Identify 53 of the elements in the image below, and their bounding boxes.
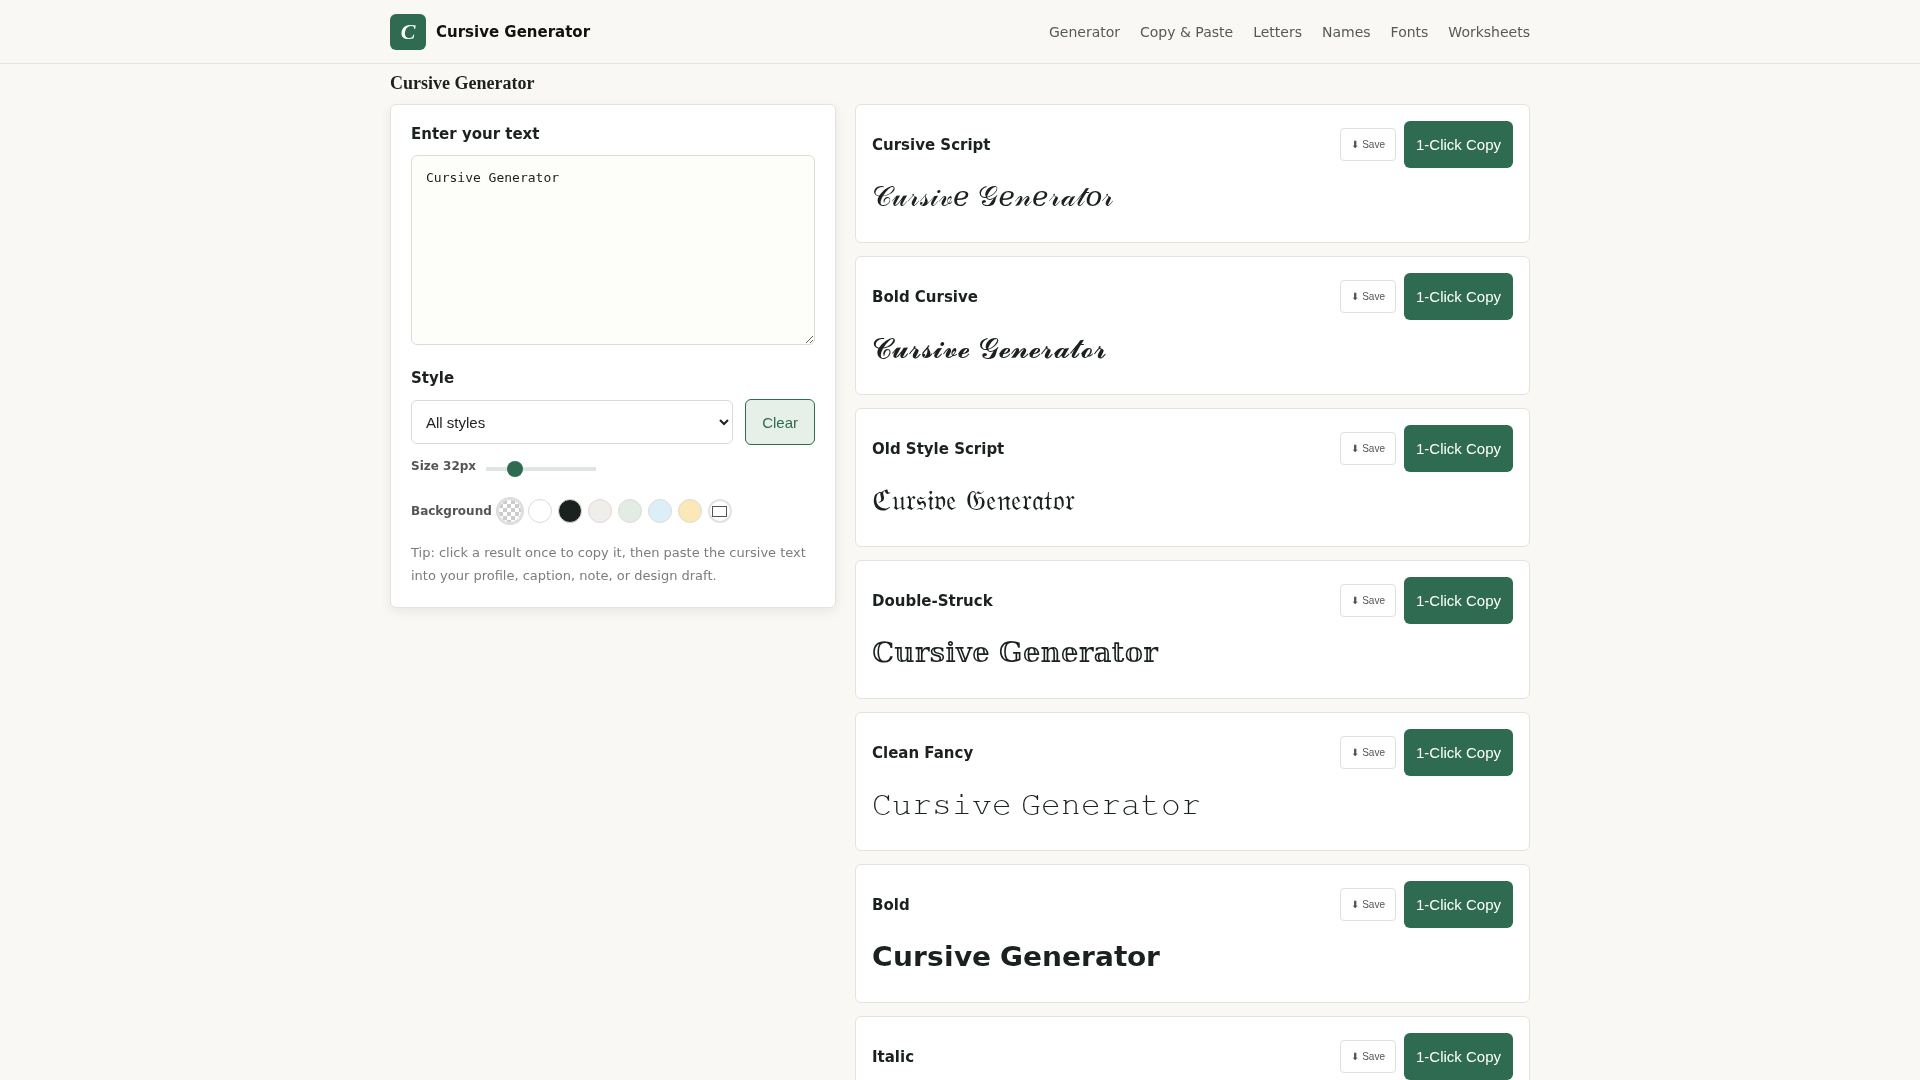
color-swatch[interactable] (617, 499, 642, 523)
save-button[interactable]: ⬇ Save (1340, 128, 1396, 161)
field-label: Enter your text (411, 125, 541, 143)
copy-button[interactable]: 1-Click Copy (1403, 121, 1513, 168)
clear-button[interactable]: Clear (745, 399, 815, 445)
nav-link[interactable]: Fonts (1390, 23, 1429, 40)
styled-text-output[interactable]: 𝗖𝘂𝗿𝘀𝗶𝘃𝗲 𝗚𝗲𝗻𝗲𝗿𝗮𝘁𝗼𝗿 (872, 940, 1513, 973)
style-name: Bold (872, 895, 910, 914)
nav-link[interactable]: Generator (1048, 23, 1121, 40)
page-title: Cursive Generator (390, 73, 536, 94)
copy-button[interactable]: 1-Click Copy (1403, 273, 1513, 320)
size-label: Size 32px (411, 459, 477, 473)
save-button[interactable]: ⬇ Save (1340, 280, 1396, 313)
style-name: Double-Struck (872, 591, 993, 610)
color-swatch[interactable] (647, 499, 672, 523)
field-label: Style (411, 369, 456, 387)
styled-text-output[interactable]: ℂ𝕦𝕣𝕤𝕚𝕧𝕖 𝔾𝕖𝕟𝕖𝕣𝕒𝕥𝕠𝕣 (872, 636, 1513, 669)
tip-text: Tip: click a result once to copy it, then paste the cursive text into your profile, caption, note, or design draft. (411, 544, 807, 585)
save-button[interactable]: ⬇ Save (1340, 736, 1396, 769)
color-swatch[interactable] (677, 499, 702, 523)
text-input[interactable]: Cursive Generator (411, 155, 815, 345)
save-button[interactable]: ⬇ Save (1340, 1040, 1396, 1073)
save-button[interactable]: ⬇ Save (1340, 888, 1396, 921)
brand-name[interactable]: Cursive Generator (436, 22, 591, 41)
color-swatch[interactable] (587, 499, 612, 523)
copy-button[interactable]: 1-Click Copy (1403, 881, 1513, 928)
copy-button[interactable]: 1-Click Copy (1403, 729, 1513, 776)
styled-text-output[interactable]: 𝒞𝓊𝓇𝓈𝒾𝓋𝑒 𝒢𝑒𝓃𝑒𝓇𝒶𝓉𝑜𝓇 (872, 180, 1513, 214)
save-button[interactable]: ⬇ Save (1340, 432, 1396, 465)
copy-button[interactable]: 1-Click Copy (1403, 577, 1513, 624)
nav-link[interactable]: Worksheets (1448, 23, 1530, 40)
style-name: Old Style Script (872, 439, 1005, 458)
styled-text-output[interactable]: 𝙲𝚞𝚛𝚜𝚒𝚟𝚎 𝙶𝚎𝚗𝚎𝚛𝚊𝚝𝚘𝚛 (872, 788, 1513, 822)
style-name: Bold Cursive (872, 287, 978, 306)
save-button[interactable]: ⬇ Save (1340, 584, 1396, 617)
transparent-swatch[interactable] (497, 499, 522, 523)
frame-swatch[interactable] (707, 499, 732, 523)
copy-button[interactable]: 1-Click Copy (1403, 1033, 1513, 1080)
background-label: Background (411, 504, 492, 518)
copy-button[interactable]: 1-Click Copy (1403, 425, 1513, 472)
nav-link[interactable]: Letters (1253, 23, 1302, 40)
nav-link[interactable]: Names (1321, 23, 1371, 40)
styled-text-output[interactable]: 𝓒𝓾𝓻𝓼𝓲𝓿𝓮 𝓖𝓮𝓷𝓮𝓻𝓪𝓽𝓸𝓻 (872, 332, 1513, 366)
nav-link[interactable]: Copy & Paste (1140, 23, 1234, 40)
style-name: Italic (872, 1047, 915, 1066)
styled-text-output[interactable]: ℭ𝔲𝔯𝔰𝔦𝔳𝔢 𝔊𝔢𝔫𝔢𝔯𝔞𝔱𝔬𝔯 (872, 484, 1513, 518)
style-dropdown[interactable]: All styles (411, 400, 734, 444)
color-swatch[interactable] (527, 499, 552, 523)
logo-icon[interactable]: C (390, 13, 426, 50)
style-name: Cursive Script (872, 135, 991, 154)
style-name: Clean Fancy (872, 743, 974, 762)
slider-thumb[interactable] (506, 461, 523, 477)
color-swatch[interactable] (557, 499, 582, 523)
